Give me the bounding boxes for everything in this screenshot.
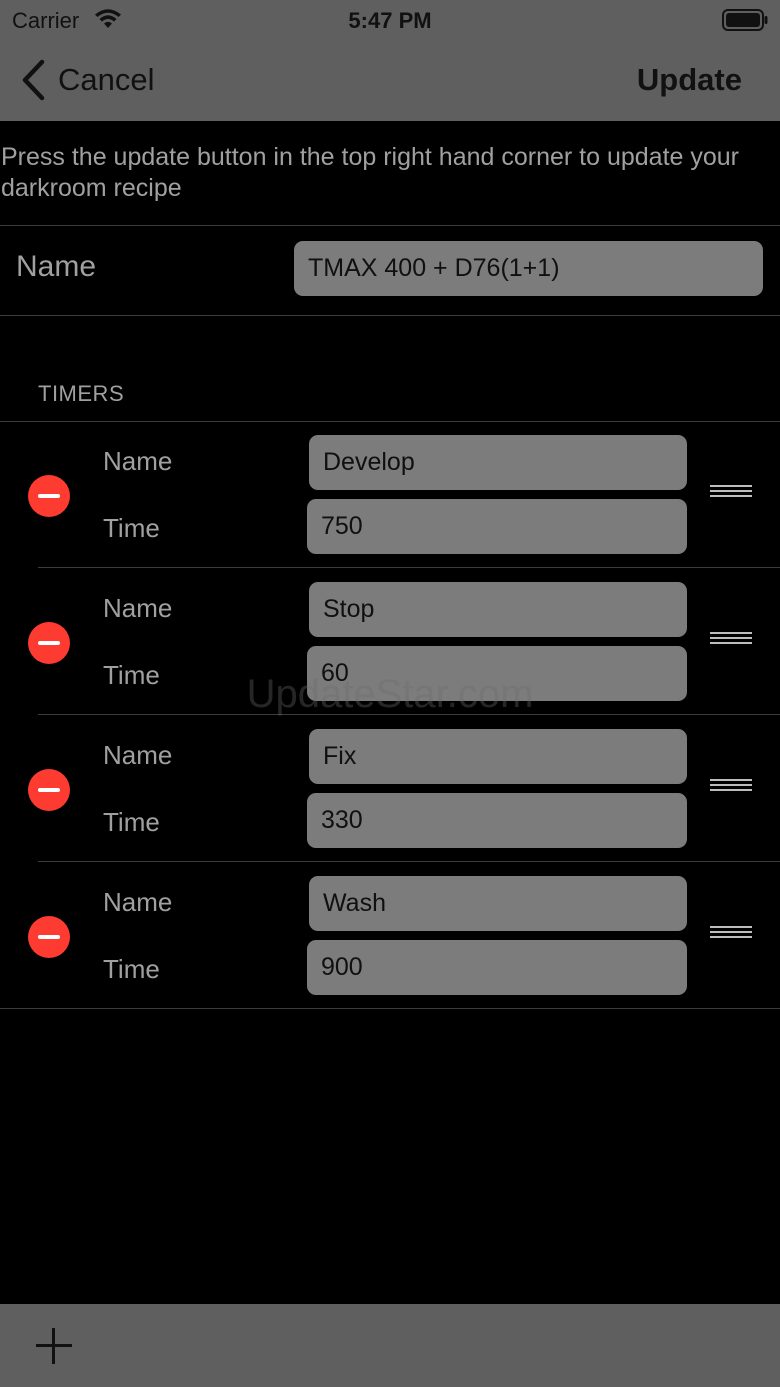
timer-time-field[interactable] — [307, 793, 687, 848]
timer-time-field[interactable] — [307, 499, 687, 554]
timer-name-label: Name — [103, 446, 173, 476]
timer-time-label: Time — [103, 513, 160, 543]
reorder-handle-icon[interactable] — [710, 926, 752, 942]
timers-section-header: TIMERS — [38, 381, 125, 406]
delete-timer-icon[interactable] — [28, 475, 70, 517]
timer-name-field[interactable] — [309, 582, 687, 637]
recipe-name-label: Name — [16, 250, 97, 283]
timer-time-field[interactable] — [307, 940, 687, 995]
timer-time-label: Time — [103, 807, 160, 837]
reorder-handle-icon[interactable] — [710, 632, 752, 648]
update-button[interactable]: Update — [637, 62, 742, 98]
timer-row-stop: Name Time — [0, 568, 780, 715]
timer-name-label: Name — [103, 593, 173, 623]
divider — [0, 1008, 780, 1009]
delete-timer-icon[interactable] — [28, 916, 70, 958]
timer-time-label: Time — [103, 954, 160, 984]
timer-name-field[interactable] — [309, 729, 687, 784]
timer-time-label: Time — [103, 660, 160, 690]
reorder-handle-icon[interactable] — [710, 779, 752, 795]
timer-name-field[interactable] — [309, 435, 687, 490]
timer-name-label: Name — [103, 887, 173, 917]
divider — [0, 225, 780, 226]
navigation-bar: Cancel Update — [0, 40, 780, 121]
status-time: 5:47 PM — [348, 8, 432, 33]
reorder-handle-icon[interactable] — [710, 485, 752, 501]
chevron-left-icon — [22, 59, 45, 101]
delete-timer-icon[interactable] — [28, 769, 70, 811]
recipe-name-field[interactable] — [294, 241, 763, 296]
bottom-toolbar — [0, 1304, 780, 1387]
timer-name-field[interactable] — [309, 876, 687, 931]
divider — [0, 315, 780, 316]
timer-row-wash: Name Time — [0, 862, 780, 1009]
timer-time-field[interactable] — [307, 646, 687, 701]
delete-timer-icon[interactable] — [28, 622, 70, 664]
timer-name-label: Name — [103, 740, 173, 770]
instructions-text: Press the update button in the top right… — [1, 143, 740, 202]
cancel-label: Cancel — [58, 62, 155, 97]
status-bar: Carrier 5:47 PM — [0, 0, 780, 40]
battery-icon — [722, 9, 768, 31]
timer-row-fix: Name Time — [0, 715, 780, 862]
cancel-button[interactable]: Cancel — [20, 56, 155, 104]
timer-row-develop: Name Time — [0, 421, 780, 568]
plus-icon[interactable] — [36, 1328, 72, 1364]
